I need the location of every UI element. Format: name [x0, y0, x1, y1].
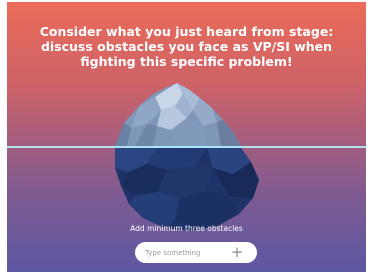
- prompt-card: Consider what you just heard from stage:…: [7, 2, 366, 272]
- obstacle-input-field: +: [135, 242, 257, 263]
- hint-text: Add minimum three obstacles: [130, 224, 243, 233]
- plus-icon[interactable]: +: [229, 244, 245, 260]
- obstacle-input[interactable]: [145, 248, 225, 257]
- waterline: [7, 146, 366, 148]
- prompt-text: Consider what you just heard from stage:…: [39, 24, 334, 69]
